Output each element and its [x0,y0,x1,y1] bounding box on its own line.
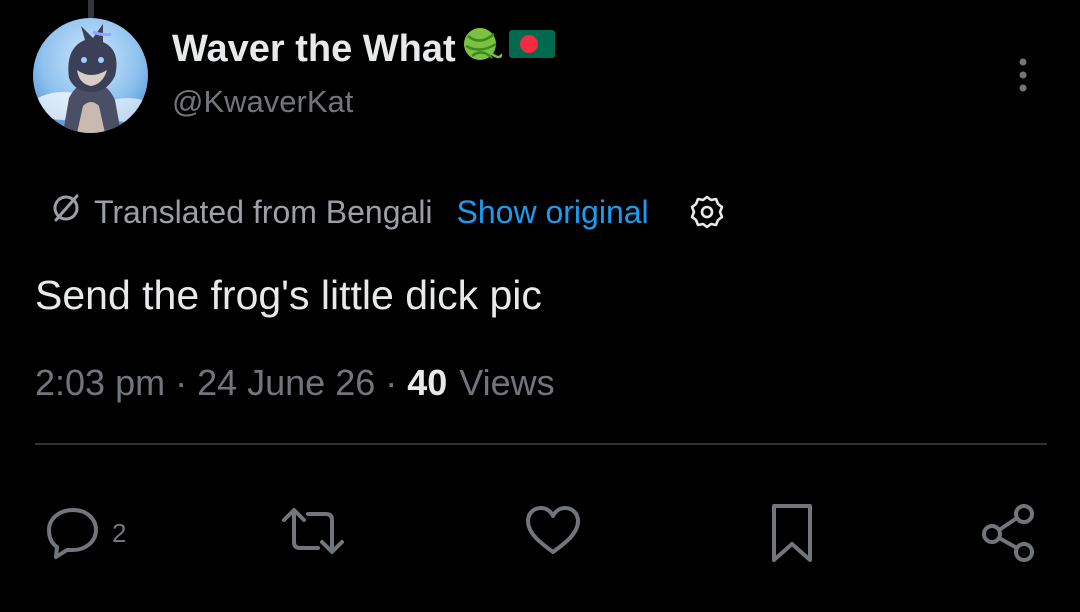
like-icon[interactable] [522,500,584,567]
reply-button[interactable]: 2 [42,500,126,567]
author-name-row[interactable]: Waver the What [172,24,556,74]
gear-icon[interactable] [689,194,725,230]
share-icon[interactable] [978,500,1040,571]
bookmark-button[interactable] [764,500,820,571]
avatar[interactable] [33,18,148,133]
action-bar: 2 [0,500,1080,570]
divider [35,443,1047,445]
author-handle[interactable]: @KwaverKat [172,84,556,120]
tweet-date[interactable]: 24 June 26 [197,362,375,404]
separator-dot: · [175,362,188,403]
translated-from-label: Translated from Bengali [94,193,433,230]
bangladesh-flag-emoji [508,27,556,71]
translate-icon [50,192,82,232]
separator-dot: · [385,362,398,403]
bookmark-icon[interactable] [764,500,820,571]
share-button[interactable] [978,500,1040,571]
reply-count: 2 [112,518,127,548]
views-label[interactable]: Views [459,362,554,404]
tweet-meta: 2:03 pm · 24 June 26 · 40 Views [35,362,555,404]
tweet-text: Send the frog's little dick pic [35,272,542,318]
views-count[interactable]: 40 [407,362,447,404]
yarn-ball-emoji [462,24,503,74]
tweet-time[interactable]: 2:03 pm [35,362,165,404]
more-options-icon[interactable] [1010,56,1036,96]
translation-bar: Translated from Bengali Show original [50,190,725,234]
like-button[interactable] [522,500,584,567]
reply-icon[interactable] [42,500,104,567]
show-original-link[interactable]: Show original [457,194,649,231]
retweet-icon[interactable] [278,500,348,567]
retweet-button[interactable] [278,500,348,567]
author-display-name[interactable]: Waver the What [172,28,456,71]
thread-connector-line [88,0,94,18]
